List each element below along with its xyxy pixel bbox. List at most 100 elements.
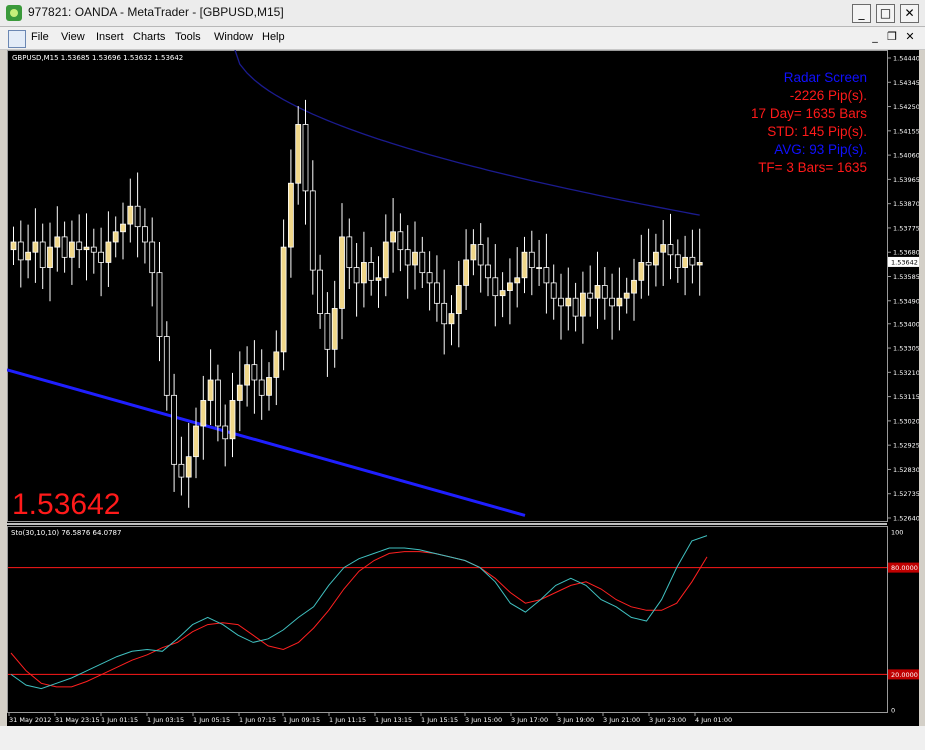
- candle: [521, 236, 528, 294]
- mdi-minimize-button[interactable]: _: [868, 30, 882, 44]
- chart-document-icon[interactable]: [8, 30, 26, 48]
- bull-candle-body: [696, 262, 703, 266]
- price-axis-label: 1.53965: [893, 176, 919, 184]
- candle: [317, 254, 324, 329]
- close-button[interactable]: ✕: [900, 4, 919, 23]
- menu-insert[interactable]: Insert: [96, 31, 124, 43]
- price-axis-label: 1.53870: [893, 200, 919, 208]
- candle: [616, 267, 623, 331]
- bear-candle-body: [543, 267, 550, 284]
- bull-candle-body: [127, 205, 134, 225]
- candle: [375, 256, 382, 308]
- menu-view[interactable]: View: [61, 31, 85, 43]
- radar-pips-label: -2226 Pip(s).: [790, 88, 867, 103]
- candle: [200, 375, 207, 460]
- candle: [528, 230, 535, 296]
- bull-candle-body: [112, 231, 119, 243]
- metatrader-app-icon[interactable]: [6, 5, 22, 21]
- price-chart[interactable]: GBPUSD,M15 1.53685 1.53696 1.53632 1.536…: [7, 50, 919, 726]
- menu-charts[interactable]: Charts: [133, 31, 165, 43]
- bull-candle-body: [287, 182, 294, 248]
- bull-candle-body: [244, 364, 251, 386]
- candle: [448, 295, 455, 346]
- mdi-restore-button[interactable]: ❐: [885, 30, 899, 44]
- big-price-label: 1.53642: [12, 488, 120, 521]
- candle: [660, 220, 667, 286]
- candle: [433, 255, 440, 322]
- candle: [492, 244, 499, 327]
- bull-candle-body: [360, 262, 367, 284]
- bull-candle-body: [105, 241, 112, 263]
- bear-candle-body: [419, 251, 426, 274]
- bull-candle-body: [207, 379, 214, 401]
- bull-candle-body: [463, 259, 470, 286]
- candle: [163, 321, 170, 411]
- candle: [149, 217, 156, 307]
- status-strip: [0, 726, 925, 750]
- bear-candle-body: [689, 256, 696, 266]
- indicator-axis-label: 20.0000: [891, 671, 918, 679]
- candle: [178, 436, 185, 496]
- bear-candle-body: [645, 262, 652, 266]
- menu-file[interactable]: File: [31, 31, 49, 43]
- chart-window[interactable]: GBPUSD,M15 1.53685 1.53696 1.53632 1.536…: [7, 50, 919, 726]
- mdi-close-button[interactable]: ✕: [903, 30, 917, 44]
- candle: [631, 258, 637, 321]
- bear-candle-body: [258, 379, 265, 396]
- indicator-header-label: Sto(30,10,10) 76.5876 64.0787: [11, 529, 121, 537]
- bear-candle-body: [141, 226, 148, 243]
- bull-candle-body: [448, 313, 455, 325]
- bull-candle-body: [47, 246, 53, 268]
- radar-std-label: STD: 145 Pip(s).: [767, 124, 867, 139]
- price-axis-label: 1.53020: [893, 417, 919, 425]
- candle: [105, 211, 112, 287]
- candle: [572, 282, 579, 332]
- bear-candle-body: [309, 190, 316, 271]
- candle: [455, 260, 462, 348]
- bear-candle-body: [163, 336, 170, 396]
- bull-candle-body: [382, 241, 389, 279]
- candle: [266, 362, 272, 411]
- bull-candle-body: [375, 277, 382, 281]
- bull-candle-body: [83, 246, 90, 251]
- price-axis-label: 1.53775: [893, 224, 919, 232]
- menu-window[interactable]: Window: [214, 31, 253, 43]
- bull-candle-body: [594, 285, 601, 299]
- time-axis-label: 3 Jun 23:00: [649, 716, 686, 724]
- candle: [39, 223, 46, 290]
- bull-candle-body: [25, 251, 32, 261]
- candle: [134, 172, 141, 258]
- candle: [346, 218, 353, 290]
- indicator-axis-label: 100: [891, 529, 903, 537]
- menu-tools[interactable]: Tools: [175, 31, 201, 43]
- bull-candle-body: [536, 267, 542, 269]
- bear-candle-body: [441, 302, 448, 325]
- candle: [339, 203, 345, 340]
- minimize-button[interactable]: _: [852, 4, 871, 23]
- candle: [653, 233, 659, 287]
- bear-candle-body: [528, 251, 535, 268]
- candle: [601, 267, 608, 320]
- bear-candle-body: [317, 269, 324, 314]
- bear-candle-body: [492, 277, 499, 297]
- bear-candle-body: [251, 364, 258, 381]
- candle: [185, 422, 192, 508]
- bull-candle-body: [273, 351, 280, 378]
- menu-help[interactable]: Help: [262, 31, 285, 43]
- bull-candle-body: [521, 251, 528, 279]
- maximize-button[interactable]: □: [876, 4, 895, 23]
- candle: [587, 265, 594, 317]
- time-axis-label: 3 Jun 15:00: [465, 716, 502, 724]
- candle: [558, 273, 564, 340]
- menu-bar: File View Insert Charts Tools Window Hel…: [0, 27, 925, 50]
- bear-candle-body: [667, 244, 674, 256]
- bear-candle-body: [426, 272, 433, 284]
- bull-candle-body: [54, 236, 61, 248]
- indicator-panel-border: [7, 526, 888, 713]
- bear-candle-body: [61, 236, 68, 258]
- candle: [550, 264, 557, 320]
- candle: [689, 229, 696, 284]
- price-axis-label: 1.54155: [893, 127, 919, 135]
- bull-candle-body: [280, 246, 287, 353]
- candle: [404, 225, 411, 299]
